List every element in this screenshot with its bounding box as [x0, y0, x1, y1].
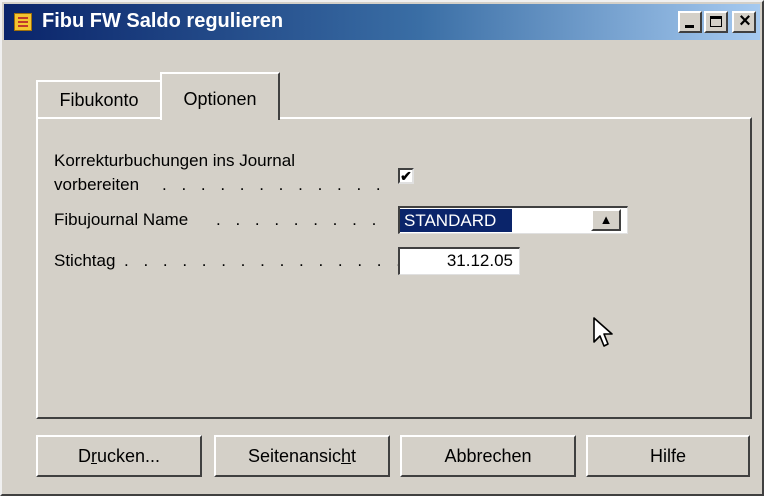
korrektur-label-line2: vorbereiten [54, 175, 140, 194]
leader-dots: . . . . . . . . . [216, 210, 382, 229]
minimize-icon [685, 25, 694, 28]
preview-button[interactable]: Seitenansicht [214, 435, 390, 477]
lookup-button[interactable]: ▲ [591, 209, 621, 231]
leader-dots: . . . . . . . . . . . . [162, 175, 386, 194]
print-label-end: ucken... [96, 446, 161, 466]
journal-name-value: STANDARD [400, 209, 512, 232]
stichtag-label: Stichtag [54, 251, 116, 270]
dialog-window: Fibu FW Saldo regulieren × Fibukonto Opt… [0, 0, 764, 496]
form-icon [14, 13, 32, 31]
title-bar[interactable]: Fibu FW Saldo regulieren × [4, 4, 760, 40]
options-panel: Korrekturbuchungen ins Journal vorbereit… [36, 117, 752, 419]
preview-mnemonic: h [341, 446, 352, 466]
tab-fibukonto[interactable]: Fibukonto [36, 80, 162, 118]
journal-label: Fibujournal Name [54, 210, 189, 229]
close-icon: × [739, 10, 751, 32]
preview-label-end: t [351, 446, 357, 466]
help-button[interactable]: Hilfe [586, 435, 750, 477]
stichtag-value: 31.12.05 [446, 251, 513, 270]
korrektur-label-line1: Korrekturbuchungen ins Journal [54, 151, 295, 170]
close-button[interactable]: × [732, 10, 756, 33]
arrow-up-icon: ▲ [599, 212, 613, 227]
mouse-pointer-icon [593, 317, 613, 347]
journal-name-field[interactable]: STANDARD ▲ [398, 206, 628, 234]
stichtag-field[interactable]: 31.12.05 [398, 247, 520, 275]
window-title: Fibu FW Saldo regulieren [42, 10, 284, 32]
korrektur-checkbox[interactable]: ✔ [398, 168, 414, 184]
maximize-icon [710, 16, 722, 27]
print-label-start: D [77, 446, 91, 466]
minimize-button[interactable] [678, 11, 702, 33]
cancel-button[interactable]: Abbrechen [400, 435, 576, 477]
maximize-button[interactable] [704, 11, 728, 33]
print-button[interactable]: Drucken... [36, 435, 202, 477]
tab-optionen[interactable]: Optionen [160, 72, 280, 120]
leader-dots: . . . . . . . . . . . . . . . [124, 251, 406, 270]
preview-label-start: Seitenansic [247, 446, 342, 466]
